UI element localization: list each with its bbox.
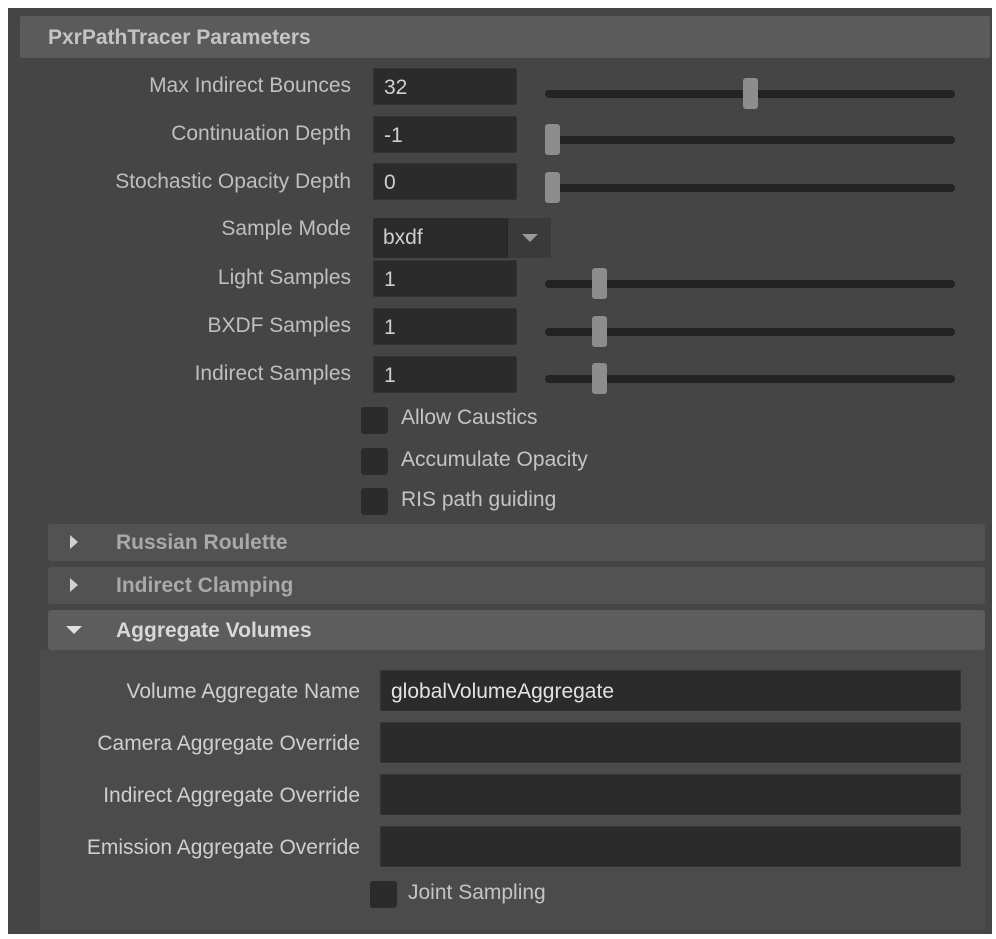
- light-samples-field[interactable]: 1: [373, 260, 517, 297]
- sample-mode-label: Sample Mode: [221, 217, 351, 240]
- slider-thumb[interactable]: [592, 268, 607, 299]
- light-samples-label: Light Samples: [217, 266, 351, 289]
- bxdf-samples-field[interactable]: 1: [373, 308, 517, 345]
- attribute-editor-panel: PxrPathTracer Parameters Max Indirect Bo…: [8, 8, 992, 934]
- indirect-samples-slider[interactable]: [545, 363, 955, 394]
- volume-aggregate-name-label: Volume Aggregate Name: [126, 680, 360, 703]
- section-title: Russian Roulette: [116, 531, 288, 554]
- stochastic-opacity-depth-slider[interactable]: [545, 172, 955, 203]
- ris-path-guiding-label: RIS path guiding: [401, 488, 557, 511]
- continuation-depth-slider[interactable]: [545, 124, 955, 155]
- bxdf-samples-slider[interactable]: [545, 316, 955, 347]
- joint-sampling-checkbox[interactable]: [370, 881, 397, 908]
- indirect-samples-field[interactable]: 1: [373, 356, 517, 393]
- indirect-aggregate-override-label: Indirect Aggregate Override: [103, 784, 360, 807]
- continuation-depth-field[interactable]: -1: [373, 116, 517, 153]
- joint-sampling-label: Joint Sampling: [408, 881, 546, 904]
- bxdf-samples-label: BXDF Samples: [207, 314, 351, 337]
- indirect-samples-label: Indirect Samples: [194, 362, 351, 385]
- emission-aggregate-override-field[interactable]: [380, 826, 961, 867]
- slider-thumb[interactable]: [545, 172, 560, 203]
- camera-aggregate-override-field[interactable]: [380, 722, 961, 763]
- section-indirect-clamping[interactable]: Indirect Clamping: [48, 567, 985, 604]
- slider-thumb[interactable]: [743, 78, 758, 109]
- max-indirect-bounces-slider[interactable]: [545, 78, 955, 109]
- chevron-right-icon: [70, 535, 78, 549]
- chevron-down-icon: [66, 626, 82, 634]
- slider-thumb[interactable]: [592, 363, 607, 394]
- panel-header[interactable]: PxrPathTracer Parameters: [20, 16, 990, 58]
- light-samples-slider[interactable]: [545, 268, 955, 299]
- section-title: Aggregate Volumes: [116, 619, 312, 642]
- section-title: Indirect Clamping: [116, 574, 294, 597]
- max-indirect-bounces-label: Max Indirect Bounces: [149, 74, 351, 97]
- section-russian-roulette[interactable]: Russian Roulette: [48, 524, 985, 561]
- indirect-aggregate-override-field[interactable]: [380, 774, 961, 815]
- accumulate-opacity-checkbox[interactable]: [361, 448, 388, 475]
- allow-caustics-label: Allow Caustics: [401, 406, 538, 429]
- panel-title: PxrPathTracer Parameters: [48, 26, 311, 49]
- sample-mode-dropdown[interactable]: bxdf: [373, 218, 551, 258]
- chevron-down-icon[interactable]: [507, 218, 551, 258]
- volume-aggregate-name-field[interactable]: globalVolumeAggregate: [380, 670, 961, 711]
- chevron-right-icon: [70, 578, 78, 592]
- sample-mode-value: bxdf: [383, 226, 423, 249]
- accumulate-opacity-label: Accumulate Opacity: [401, 448, 588, 471]
- max-indirect-bounces-field[interactable]: 32: [373, 68, 517, 105]
- continuation-depth-label: Continuation Depth: [171, 122, 351, 145]
- slider-thumb[interactable]: [592, 316, 607, 347]
- stochastic-opacity-depth-label: Stochastic Opacity Depth: [115, 170, 351, 193]
- slider-thumb[interactable]: [545, 124, 560, 155]
- camera-aggregate-override-label: Camera Aggregate Override: [97, 732, 360, 755]
- emission-aggregate-override-label: Emission Aggregate Override: [86, 836, 360, 859]
- section-aggregate-volumes[interactable]: Aggregate Volumes: [48, 610, 985, 650]
- stochastic-opacity-depth-field[interactable]: 0: [373, 163, 517, 200]
- allow-caustics-checkbox[interactable]: [361, 407, 388, 434]
- ris-path-guiding-checkbox[interactable]: [361, 488, 388, 515]
